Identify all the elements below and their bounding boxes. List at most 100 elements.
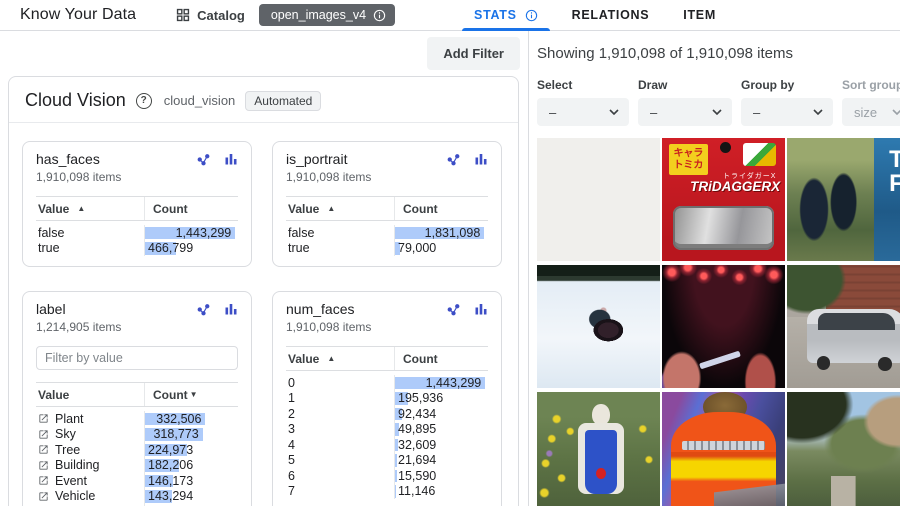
table-row[interactable]: Event146,173 <box>36 473 238 489</box>
package-title-text: TRiDAGGERX <box>690 179 780 194</box>
card-title: has_faces <box>36 151 196 167</box>
open-in-new-icon[interactable] <box>38 491 49 502</box>
row-value: Tree <box>36 443 144 457</box>
catalog-button[interactable]: Catalog <box>176 8 245 23</box>
grid-image-rescue-jacket[interactable] <box>662 392 785 506</box>
info-icon[interactable] <box>373 9 386 22</box>
count-column-header[interactable]: Count <box>394 347 488 370</box>
row-count: 332,506 <box>144 411 238 427</box>
bar-chart-icon[interactable] <box>474 152 488 166</box>
bar-chart-icon[interactable] <box>224 152 238 166</box>
stat-cards-grid: has_faces 1,910,098 items Value▲ Count <box>9 123 518 506</box>
grid-image-parked-car[interactable] <box>787 265 900 388</box>
value-column-header[interactable]: Value▲ <box>286 202 394 216</box>
tab-relations-label: RELATIONS <box>572 8 650 22</box>
table-row[interactable]: true466,799 <box>36 241 238 257</box>
table-row[interactable]: Plant332,506 <box>36 411 238 427</box>
info-icon[interactable] <box>525 9 538 22</box>
stats-pane: Add Filter Cloud Vision ? cloud_vision A… <box>0 31 529 506</box>
help-icon[interactable]: ? <box>136 93 152 109</box>
scatter-plot-icon[interactable] <box>196 302 211 317</box>
card-has-faces: has_faces 1,910,098 items Value▲ Count <box>22 141 252 267</box>
group-by-dropdown[interactable]: – <box>741 98 833 126</box>
open-in-new-icon[interactable] <box>38 413 49 424</box>
row-count: 318,773 <box>144 427 238 443</box>
grid-image-courtyard[interactable] <box>787 392 900 506</box>
tab-item[interactable]: ITEM <box>666 0 733 31</box>
draw-dropdown[interactable]: – <box>638 98 732 126</box>
tab-stats[interactable]: STATS <box>457 0 555 31</box>
table-row[interactable]: Building182,206 <box>36 458 238 474</box>
table-row[interactable]: 432,609 <box>286 437 488 453</box>
value-column-header[interactable]: Value▲ <box>36 202 144 216</box>
grid-image-toy-car-package[interactable]: キャラトミカ トライダガーX TRiDAGGERX <box>662 138 785 261</box>
table-row[interactable]: Sky318,773 <box>36 427 238 443</box>
table-row[interactable]: 711,146 <box>286 484 488 500</box>
count-column-header[interactable]: Count▼ <box>144 383 238 406</box>
value-count-table: Value▲ Count 01,443,2991195,936292,43434… <box>286 346 488 499</box>
card-item-count: 1,910,098 items <box>286 170 488 184</box>
table-row[interactable]: 349,895 <box>286 422 488 438</box>
select-dropdown[interactable]: – <box>537 98 629 126</box>
count-column-header[interactable]: Count <box>144 197 238 220</box>
table-row[interactable]: 615,590 <box>286 468 488 484</box>
row-value: 5 <box>286 453 394 467</box>
row-count: 1,443,299 <box>144 225 238 241</box>
dataset-chip[interactable]: open_images_v4 <box>259 4 395 26</box>
main-tabs: STATS RELATIONS ITEM <box>457 0 733 31</box>
open-in-new-icon[interactable] <box>38 475 49 486</box>
table-row[interactable]: Vehicle143,294 <box>36 489 238 505</box>
value-column-header[interactable]: Value▲ <box>286 352 394 366</box>
row-count: 466,799 <box>144 241 238 257</box>
row-value: 1 <box>286 391 394 405</box>
value-column-header[interactable]: Value <box>36 388 144 402</box>
sort-asc-icon: ▲ <box>327 354 335 363</box>
row-value: Event <box>36 474 144 488</box>
row-count: 21,694 <box>394 453 488 469</box>
row-value: 6 <box>286 469 394 483</box>
scarecrow-apron <box>585 430 617 494</box>
table-row[interactable]: Tree224,973 <box>36 442 238 458</box>
table-row[interactable]: 521,694 <box>286 453 488 469</box>
poster-text: TOFE <box>874 138 900 261</box>
scatter-plot-icon[interactable] <box>446 152 461 167</box>
row-count: 195,936 <box>394 391 488 407</box>
row-value: Vehicle <box>36 489 144 503</box>
grid-image-vintage-truck[interactable] <box>537 138 660 261</box>
grid-image-scarecrow[interactable] <box>537 392 660 506</box>
bar-chart-icon[interactable] <box>474 302 488 316</box>
tab-relations[interactable]: RELATIONS <box>555 0 667 31</box>
table-row[interactable]: 1195,936 <box>286 391 488 407</box>
table-row[interactable]: false1,831,098 <box>286 225 488 241</box>
app-bar: Know Your Data Catalog open_images_v4 ST… <box>0 0 900 31</box>
grid-image-concert[interactable] <box>662 265 785 388</box>
grid-image-snow-tubing[interactable] <box>537 265 660 388</box>
grid-icon <box>176 8 190 22</box>
car-wheel <box>817 356 831 370</box>
value-count-table: Value Count▼ Plant332,506Sky318,773Tree2… <box>36 382 238 506</box>
sort-asc-icon: ▲ <box>77 204 85 213</box>
row-value: 4 <box>286 438 394 452</box>
package-logo <box>743 143 776 166</box>
count-bar <box>395 485 396 498</box>
sort-groups-control: Sort groups by size <box>842 78 900 126</box>
open-in-new-icon[interactable] <box>38 444 49 455</box>
table-row[interactable]: 01,443,299 <box>286 375 488 391</box>
scatter-plot-icon[interactable] <box>446 302 461 317</box>
grid-image-cycling-race[interactable]: TOFE <box>787 138 900 261</box>
tab-item-label: ITEM <box>683 8 716 22</box>
scatter-plot-icon[interactable] <box>196 152 211 167</box>
table-row[interactable]: false1,443,299 <box>36 225 238 241</box>
app-logo[interactable]: Know Your Data <box>20 6 136 24</box>
toy-car-blister <box>673 206 774 250</box>
filter-by-value-input[interactable] <box>36 346 238 370</box>
bar-chart-icon[interactable] <box>224 302 238 316</box>
table-row[interactable]: 292,434 <box>286 406 488 422</box>
count-column-header[interactable]: Count <box>394 197 488 220</box>
table-row[interactable]: true79,000 <box>286 241 488 257</box>
add-filter-button[interactable]: Add Filter <box>427 37 520 70</box>
row-count: 182,206 <box>144 458 238 474</box>
reflective-strip <box>682 441 766 450</box>
open-in-new-icon[interactable] <box>38 429 49 440</box>
open-in-new-icon[interactable] <box>38 460 49 471</box>
